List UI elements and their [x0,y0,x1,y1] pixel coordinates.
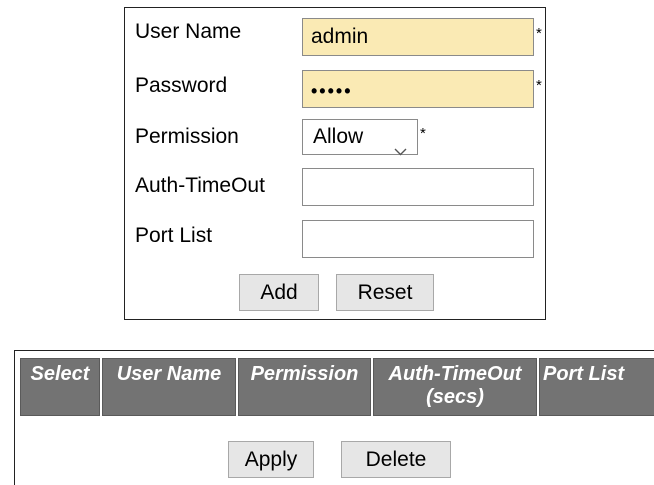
username-input[interactable] [302,18,534,56]
user-table-panel: Select User Name Permission Auth-TimeOut… [14,350,654,485]
delete-button[interactable]: Delete [341,441,451,478]
password-input[interactable]: ••••• [302,70,534,108]
column-header-username: User Name [102,358,236,416]
reset-button[interactable]: Reset [336,274,434,311]
port-list-label: Port List [135,224,213,247]
permission-label: Permission [135,125,239,148]
auth-timeout-label: Auth-TimeOut [135,174,265,197]
permission-selected-value: Allow [313,125,364,148]
port-list-input[interactable] [302,220,534,258]
column-header-select: Select [20,358,100,416]
username-required-mark: * [536,25,542,42]
chevron-down-icon [394,133,407,167]
column-header-port-list: Port List [539,358,654,416]
apply-button[interactable]: Apply [228,441,314,478]
add-user-form: User Name * Password ••••• * Permission … [124,7,546,320]
password-required-mark: * [536,77,542,94]
column-header-permission: Permission [238,358,371,416]
add-button[interactable]: Add [239,274,319,311]
column-header-permission-text: Permission [250,363,359,385]
permission-select[interactable]: Allow [302,119,418,156]
column-header-auth-timeout: Auth-TimeOut (secs) [373,358,537,416]
table-header-row: Select User Name Permission Auth-TimeOut… [20,358,654,416]
password-label: Password [135,74,228,97]
auth-timeout-input[interactable] [302,168,534,206]
user-table: Select User Name Permission Auth-TimeOut… [18,356,654,418]
column-header-auth-timeout-line2: (secs) [426,386,484,408]
username-label: User Name [135,20,242,43]
column-header-auth-timeout-line1: Auth-TimeOut [388,363,522,385]
permission-required-mark: * [420,125,426,142]
